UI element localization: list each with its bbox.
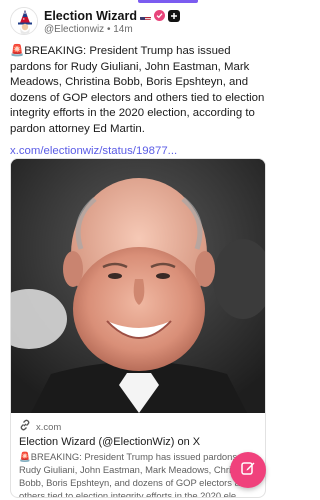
wizard-avatar-icon[interactable] xyxy=(10,7,38,35)
post-time: 14m xyxy=(113,24,133,35)
card-domain-row: x.com xyxy=(19,418,259,436)
author-handle[interactable]: @Electionwiz xyxy=(44,24,104,35)
post-meta: @Electionwiz • 14m xyxy=(44,24,133,35)
top-tab-indicator xyxy=(0,0,276,3)
compose-button[interactable] xyxy=(230,452,266,488)
preview-image xyxy=(11,159,265,413)
card-description: 🚨BREAKING: President Trump has issued pa… xyxy=(19,450,259,498)
post-link[interactable]: x.com/electionwiz/status/19877... xyxy=(10,144,266,159)
meta-separator: • xyxy=(106,24,111,35)
post: Election Wizard @Electionwiz • 14m 🚨BREA… xyxy=(10,6,266,159)
link-preview-card[interactable]: x.com Election Wizard (@ElectionWiz) on … xyxy=(10,158,266,498)
siren-emoji: 🚨 xyxy=(10,45,25,57)
post-header: Election Wizard @Electionwiz • 14m xyxy=(10,6,266,38)
author-name[interactable]: Election Wizard xyxy=(44,9,137,23)
verified-badge-icon xyxy=(153,10,165,21)
us-flag-icon xyxy=(139,12,151,20)
card-domain: x.com xyxy=(36,421,62,433)
card-info: x.com Election Wizard (@ElectionWiz) on … xyxy=(11,415,265,498)
post-body: 🚨BREAKING: President Trump has issued pa… xyxy=(10,44,266,138)
post-body-text: BREAKING: President Trump has issued par… xyxy=(10,45,265,135)
link-icon xyxy=(19,418,31,436)
plus-icon[interactable] xyxy=(167,9,180,22)
card-title: Election Wizard (@ElectionWiz) on X xyxy=(19,436,201,448)
compose-icon xyxy=(240,460,256,481)
card-siren-emoji: 🚨 xyxy=(19,451,31,462)
card-description-text: BREAKING: President Trump has issued par… xyxy=(19,451,251,498)
author-row: Election Wizard xyxy=(44,8,180,23)
